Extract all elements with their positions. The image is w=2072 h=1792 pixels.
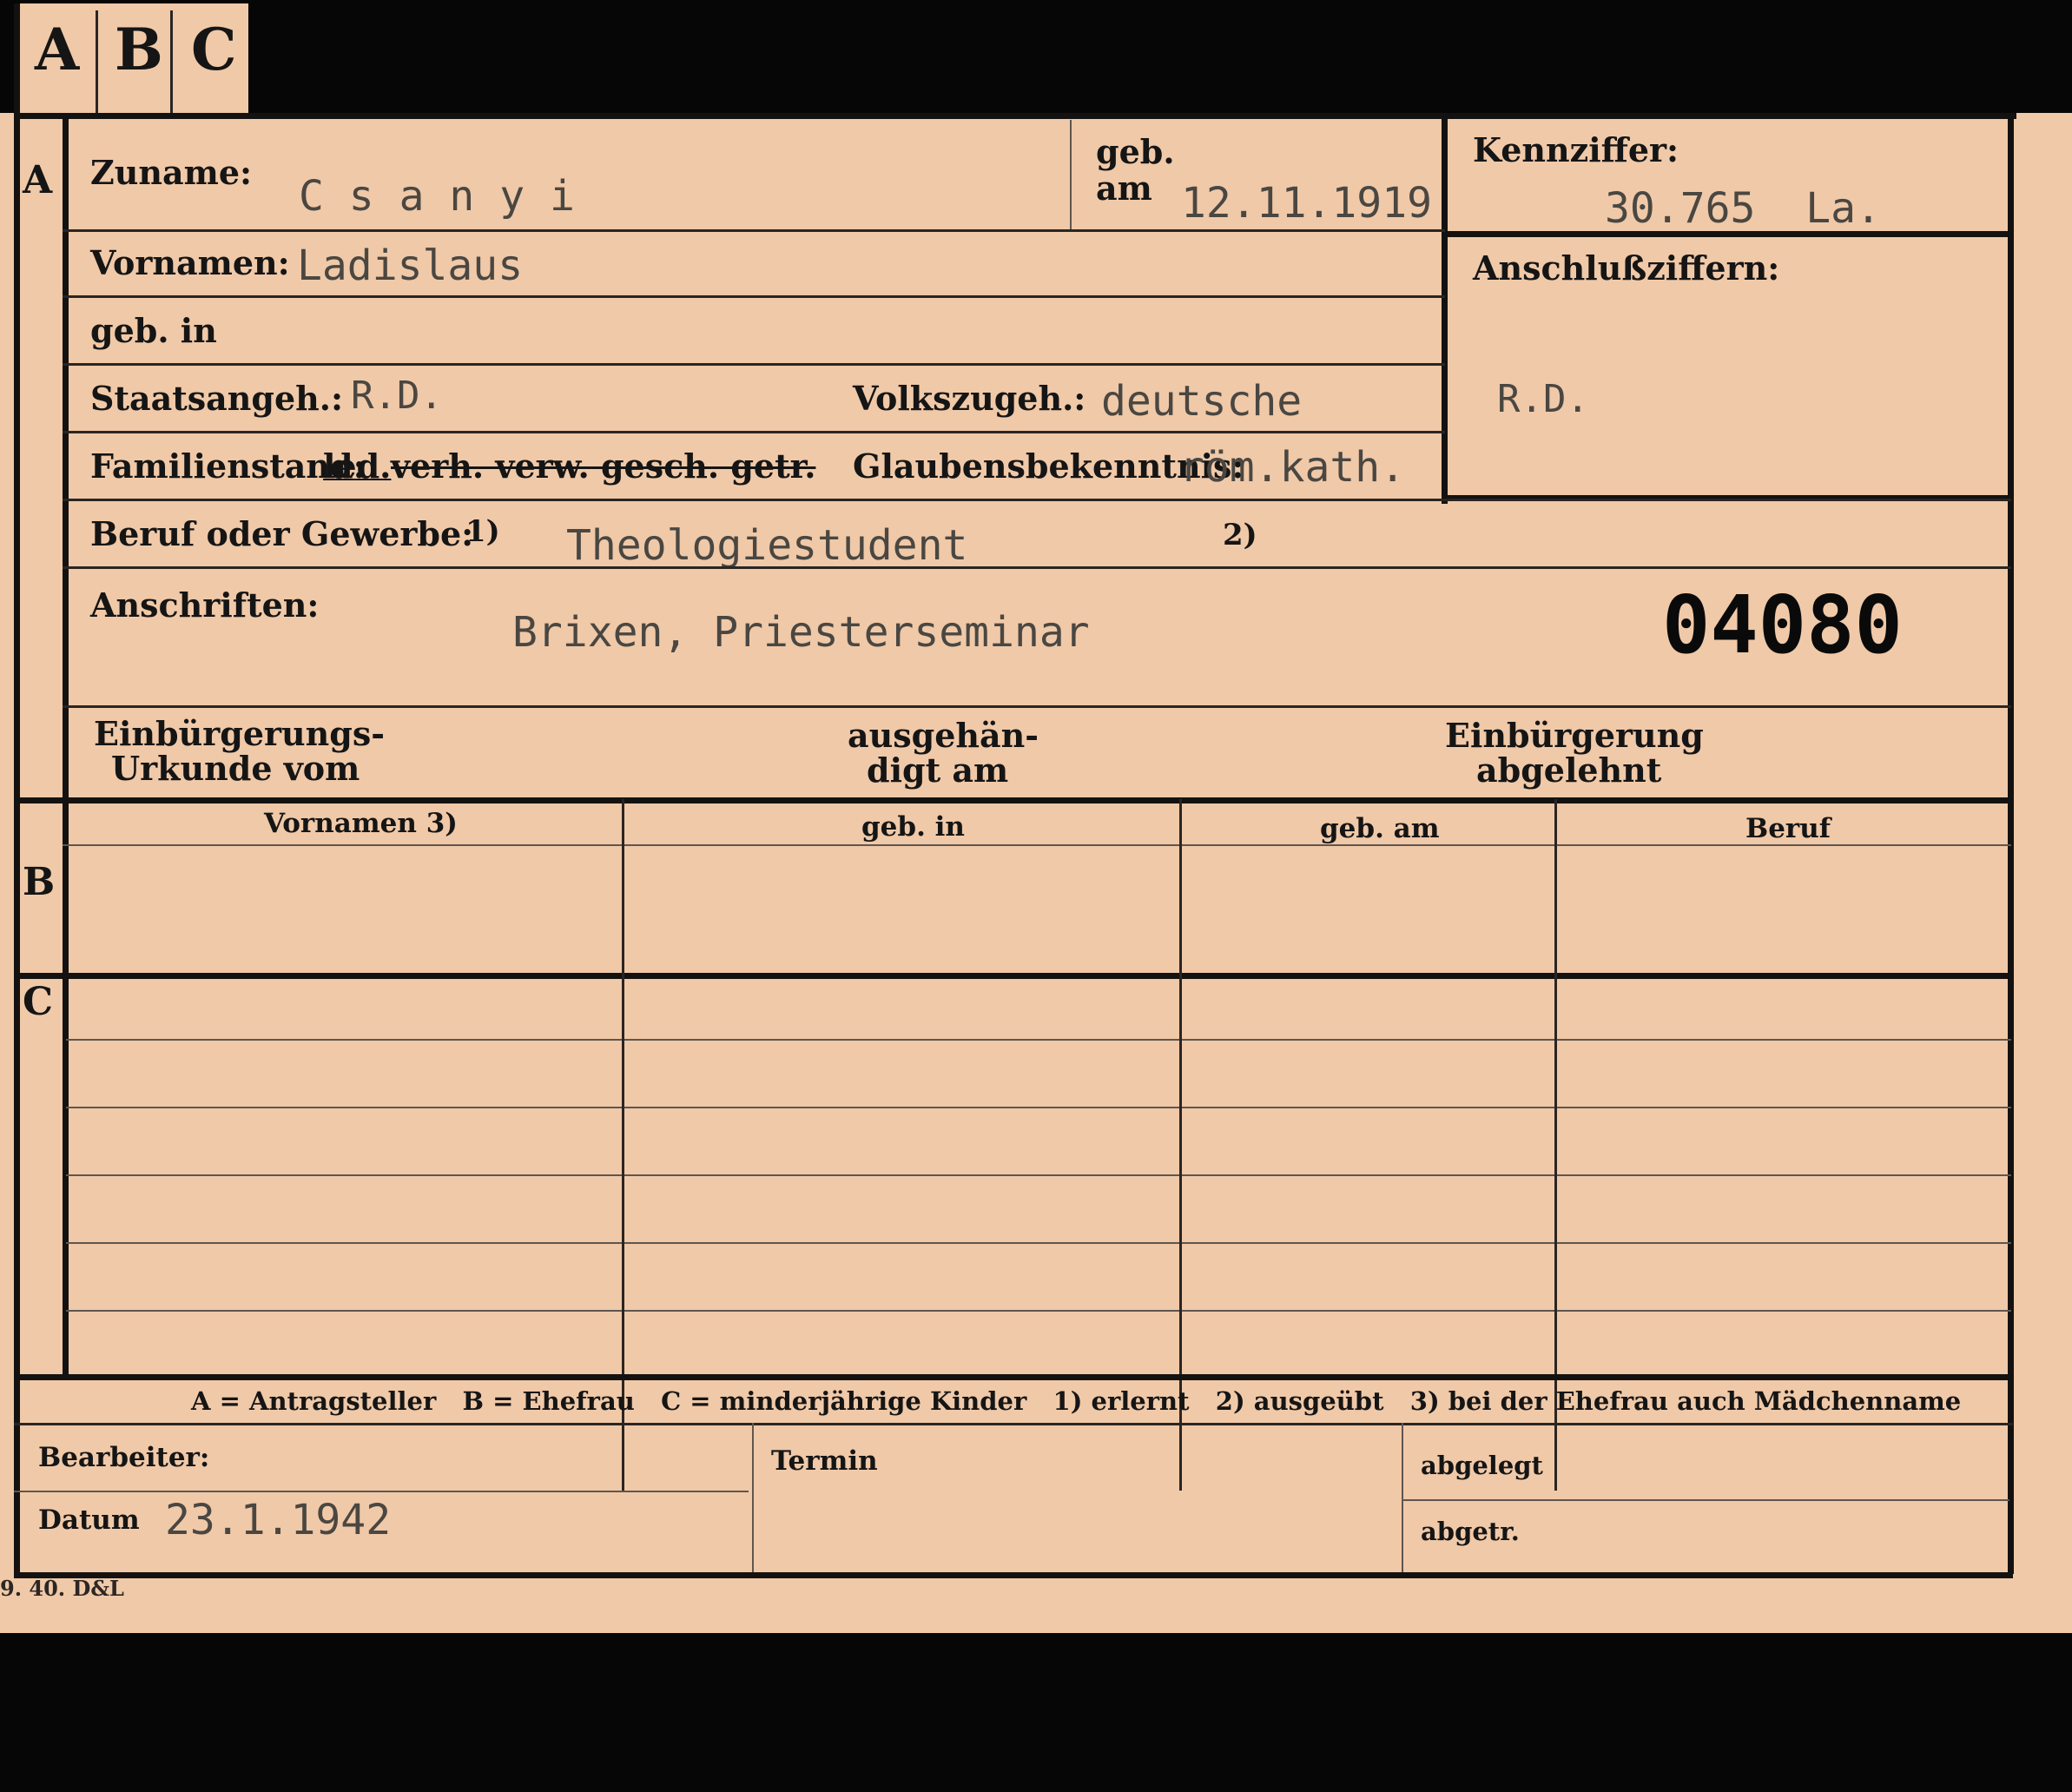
naturalization-certificate-line-1: Einbürgerungs- [94,714,386,753]
filed-label: abgelegt [1421,1451,1543,1480]
sent-label: abgetr. [1421,1517,1520,1546]
id-number-label: Kennziffer: [1473,130,1679,169]
birth-date-label-top: geb. [1096,132,1175,171]
religion-value: röm.kath. [1179,443,1406,492]
section-marker-c: C [23,980,54,1024]
birth-date-label-bottom: am [1096,169,1152,208]
naturalization-handed-line-2: digt am [867,751,1009,790]
occupation-value: Theologiestudent [566,521,968,570]
occupation-note-2: 2) [1223,518,1257,552]
term-label: Termin [771,1445,878,1477]
surname-label: Zuname: [90,153,253,192]
surname-value: C s a n y i [299,172,575,221]
table-header-birth-place: geb. in [861,811,965,843]
ethnicity-label: Volkszugeh.: [853,379,1086,418]
addresses-value: Brixen, Priesterseminar [512,608,1090,657]
tab-strip: A B C [14,3,248,115]
date-label: Datum [38,1504,140,1536]
clerk-label: Bearbeiter: [38,1442,210,1473]
legend-text: A = Antragsteller B = Ehefrau C = minder… [191,1386,1962,1416]
tab-c[interactable]: C [191,16,237,83]
id-number-value: 30.765 La. [1605,184,1881,233]
index-card: A B C Zuname: C s a n y i geb. am 12.11.… [0,113,2072,1633]
naturalization-rejected-line-2: abgelehnt [1476,751,1662,790]
section-marker-a: A [23,158,53,202]
print-code: 9. 40. D&L [0,1576,124,1601]
connection-numbers-label: Anschlußziffern: [1473,248,1780,288]
table-header-first-names: Vornamen 3) [264,808,458,839]
table-header-birth-date: geb. am [1320,813,1440,844]
table-header-occupation: Beruf [1745,813,1831,844]
citizenship-value: R.D. [351,374,443,418]
naturalization-certificate-line-2: Urkunde vom [111,749,360,788]
section-marker-b: B [23,860,56,904]
addresses-label: Anschriften: [90,585,320,625]
naturalization-handed-line-1: ausgehän- [848,716,1039,755]
first-names-value: Ladislaus [297,241,524,290]
marital-status-selected: led. [323,446,392,486]
stamp-number: 04080 [1662,579,1903,671]
connection-numbers-value: R.D. [1497,377,1589,421]
occupation-label: Beruf oder Gewerbe: [90,514,474,553]
tab-b[interactable]: B [115,16,163,83]
birth-place-label: geb. in [90,311,217,350]
marital-status-struck: verh. verw. gesch. getr. [391,446,816,486]
tab-a[interactable]: A [35,16,79,83]
naturalization-rejected-line-1: Einbürgerung [1445,716,1704,755]
occupation-note-1: 1) [465,514,500,549]
ethnicity-value: deutsche [1101,377,1303,426]
first-names-label: Vornamen: [90,243,290,282]
citizenship-label: Staatsangeh.: [90,379,344,418]
birth-date-value: 12.11.1919 [1181,179,1432,228]
date-value: 23.1.1942 [165,1496,392,1544]
